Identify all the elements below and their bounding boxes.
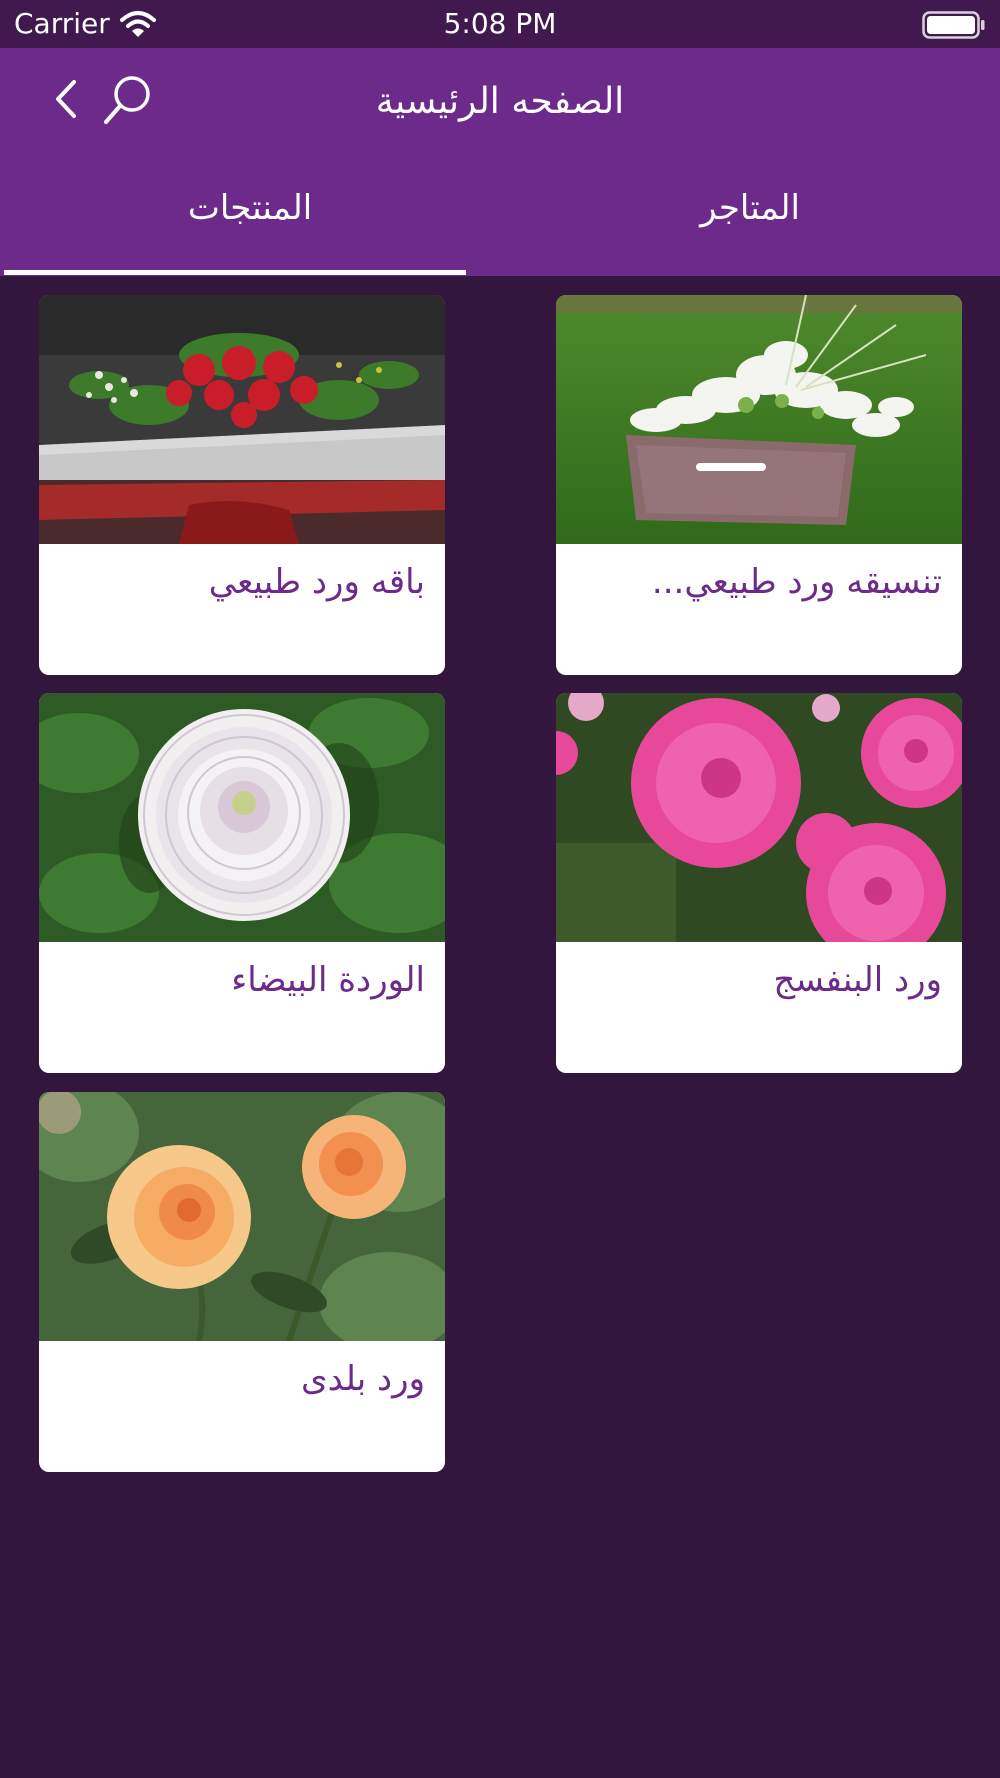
product-image-pink-dahlias	[556, 693, 962, 942]
back-arrow-icon[interactable]	[48, 76, 88, 122]
tab-stores[interactable]: المتاجر	[500, 182, 1000, 276]
product-image-peach-roses	[39, 1092, 445, 1341]
product-card[interactable]: ورد البنفسج	[556, 693, 962, 1073]
product-title: باقه ورد طبيعي	[208, 562, 425, 602]
product-image-white-arrangement	[556, 295, 962, 544]
status-bar: Carrier 5:08 PM	[0, 0, 1000, 48]
product-image-red-bouquet	[39, 295, 445, 544]
search-icon[interactable]	[100, 72, 156, 128]
app-header: الصفحه الرئيسية المنتجات المتاجر	[0, 48, 1000, 276]
battery-icon	[922, 11, 985, 39]
selected-tab-indicator	[4, 270, 466, 275]
product-card[interactable]: الوردة البيضاء	[39, 693, 445, 1073]
product-card[interactable]: ورد بلدى	[39, 1092, 445, 1472]
product-card[interactable]: باقه ورد طبيعي	[39, 295, 445, 675]
product-card[interactable]: تنسيقه ورد طبيعي...	[556, 295, 962, 675]
product-title: ورد البنفسج	[773, 960, 942, 1000]
product-image-white-dahlia	[39, 693, 445, 942]
page-title: الصفحه الرئيسية	[375, 81, 625, 122]
product-title: ورد بلدى	[301, 1359, 425, 1399]
status-time: 5:08 PM	[443, 7, 557, 40]
product-title: تنسيقه ورد طبيعي...	[651, 562, 942, 602]
product-title: الوردة البيضاء	[231, 960, 425, 1000]
tab-products[interactable]: المنتجات	[0, 182, 500, 276]
